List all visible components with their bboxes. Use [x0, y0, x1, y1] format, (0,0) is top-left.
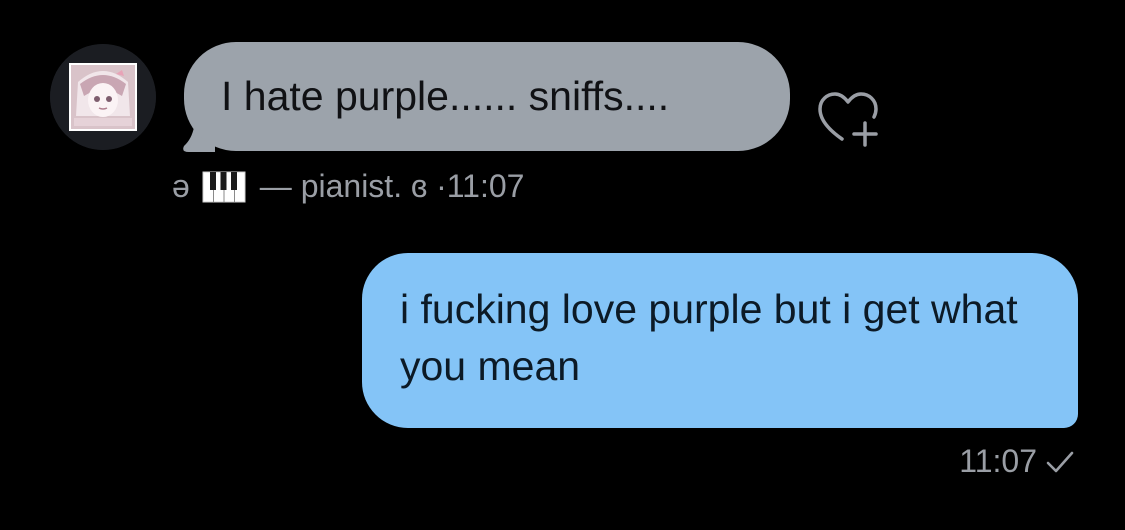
outgoing-message-bubble[interactable]: i fucking love purple but i get what you…	[362, 253, 1078, 428]
anime-avatar-icon	[50, 44, 156, 150]
sender-name[interactable]: — pianist. ɞ	[260, 168, 427, 204]
incoming-message-bubble[interactable]: I hate purple...... sniffs....	[184, 42, 790, 151]
incoming-message-meta: ə — pianist. ɞ ·11:07	[172, 166, 524, 206]
outgoing-message-meta: 11:07	[959, 440, 1075, 482]
add-reaction-button[interactable]	[815, 87, 885, 149]
incoming-message-text: I hate purple...... sniffs....	[221, 73, 670, 119]
chat-thread: I hate purple...... sniffs.... ə — piani…	[0, 0, 1125, 530]
heart-plus-icon	[818, 92, 878, 147]
incoming-timestamp: ·11:07	[436, 168, 525, 204]
piano-keys-icon	[202, 171, 246, 203]
checkmark-icon	[1045, 449, 1075, 475]
sender-prefix: ə	[172, 168, 190, 204]
outgoing-message-text: i fucking love purple but i get what you…	[400, 286, 1018, 389]
outgoing-timestamp: 11:07	[959, 443, 1037, 479]
sender-avatar[interactable]	[50, 44, 156, 150]
